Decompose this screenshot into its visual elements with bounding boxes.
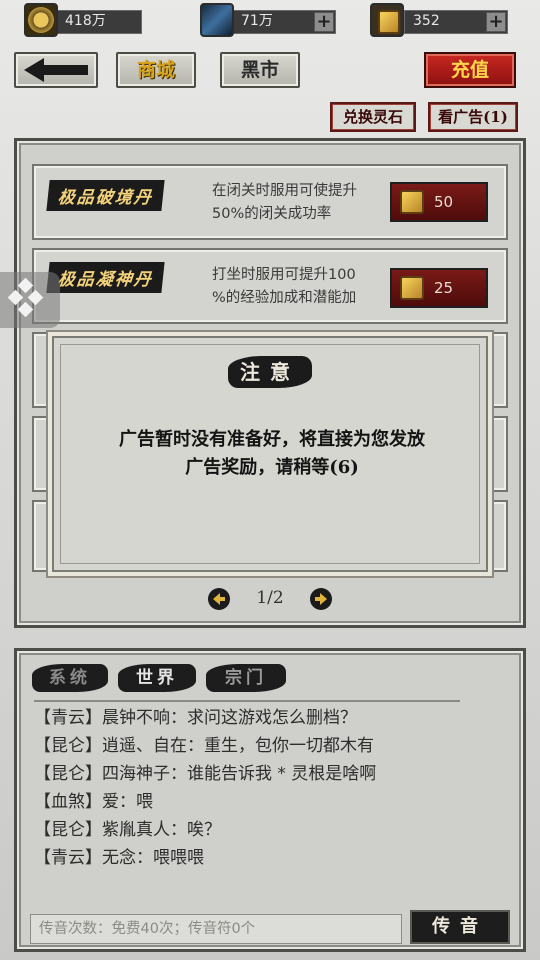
floating-menu-button[interactable] — [0, 272, 60, 328]
prev-page-button[interactable] — [208, 588, 230, 610]
item-desc-line-2: %的经验加成和潜能加 — [212, 290, 357, 306]
gold-ticket-icon — [400, 190, 424, 214]
chat-channel: 【昆仑】 — [34, 820, 102, 840]
back-button[interactable] — [14, 52, 98, 88]
chat-divider — [34, 700, 460, 702]
chat-text: 爱：喂 — [102, 792, 153, 812]
spirit-stone-amount: 418万 — [65, 13, 106, 29]
chat-message: 【青云】晨钟不响：求问这游戏怎么删档？ — [34, 704, 504, 732]
dialog-message-line-2: 广告奖励，请稍等(6) — [185, 457, 359, 478]
dialog-message-line-1: 广告暂时没有准备好，将直接为您发放 — [119, 429, 425, 450]
shop-item-row: 极品破境丹 在闭关时服用可使提升 50%的闭关成功率 50 — [32, 164, 508, 240]
chat-message-list: 【青云】晨钟不响：求问这游戏怎么删档？ 【昆仑】逍遥、自在：重生，包你一切都木有… — [34, 704, 504, 872]
item-price: 25 — [434, 279, 454, 297]
chat-channel: 【血煞】 — [34, 792, 102, 812]
recharge-label: 充值 — [450, 59, 489, 81]
watch-ad-label: 看广告(1) — [438, 108, 508, 126]
black-market-label: 黑市 — [240, 59, 279, 81]
chat-text: 逍遥、自在：重生，包你一切都木有 — [102, 736, 374, 756]
dialog-message: 广告暂时没有准备好，将直接为您发放 广告奖励，请稍等(6) — [54, 426, 490, 482]
crystal-icon — [200, 3, 234, 37]
diamond-grid-icon — [7, 277, 44, 318]
buy-button[interactable]: 50 — [390, 182, 488, 222]
item-desc-line-1: 打坐时服用可提升100 — [212, 267, 356, 283]
chat-message: 【血煞】爱：喂 — [34, 788, 504, 816]
arrow-left-icon — [213, 593, 225, 605]
chat-text: 无念：喂喂喂 — [102, 848, 204, 868]
add-crystal-button[interactable]: + — [314, 12, 334, 32]
send-message-button[interactable]: 传音 — [410, 910, 510, 944]
watch-ad-button[interactable]: 看广告(1) — [428, 102, 518, 132]
shop-label: 商城 — [136, 59, 175, 81]
chat-channel: 【昆仑】 — [34, 736, 102, 756]
item-desc-line-1: 在闭关时服用可使提升 — [212, 183, 357, 199]
black-market-tab[interactable]: 黑市 — [220, 52, 300, 88]
chat-channel: 【青云】 — [34, 848, 102, 868]
chat-text: 四海神子：谁能告诉我 * 灵根是啥啊 — [102, 764, 377, 784]
buy-button[interactable]: 25 — [390, 268, 488, 308]
item-desc-line-2: 50%的闭关成功率 — [212, 206, 332, 222]
item-description: 在闭关时服用可使提升 50%的闭关成功率 — [212, 180, 392, 226]
chat-message: 【昆仑】四海神子：谁能告诉我 * 灵根是啥啊 — [34, 760, 504, 788]
add-gold-button[interactable]: + — [486, 12, 506, 32]
recharge-button[interactable]: 充值 — [424, 52, 516, 88]
crystal-amount: 71万 — [241, 13, 273, 29]
chat-text: 紫胤真人：唉？ — [102, 820, 221, 840]
yin-yang-coin-icon — [24, 3, 58, 37]
gold-ticket-icon — [370, 3, 404, 37]
arrow-right-icon — [315, 593, 327, 605]
chat-input[interactable]: 传音次数：免费40次；传音符0个 — [30, 914, 402, 944]
arrow-left-icon — [24, 58, 88, 82]
item-name: 极品破境丹 — [46, 180, 165, 211]
chat-message: 【昆仑】逍遥、自在：重生，包你一切都木有 — [34, 732, 504, 760]
chat-tab-sect[interactable]: 宗门 — [206, 664, 286, 692]
chat-tab-system[interactable]: 系统 — [32, 664, 108, 692]
item-price: 50 — [434, 193, 454, 211]
exchange-stone-button[interactable]: 兑换灵石 — [330, 102, 416, 132]
gold-ticket-icon — [400, 276, 424, 300]
chat-message: 【青云】无念：喂喂喂 — [34, 844, 504, 872]
chat-text: 晨钟不响：求问这游戏怎么删档？ — [102, 708, 357, 728]
next-page-button[interactable] — [310, 588, 332, 610]
spirit-stone-counter: 418万 — [56, 10, 142, 34]
item-description: 打坐时服用可提升100 %的经验加成和潜能加 — [212, 264, 392, 310]
shop-item-row: 极品凝神丹 打坐时服用可提升100 %的经验加成和潜能加 25 — [32, 248, 508, 324]
page-indicator: 1/2 — [256, 588, 284, 608]
notice-dialog: 注意 广告暂时没有准备好，将直接为您发放 广告奖励，请稍等(6) — [52, 336, 488, 572]
dialog-title: 注意 — [228, 356, 312, 388]
item-name: 极品凝神丹 — [46, 262, 165, 293]
chat-message: 【昆仑】紫胤真人：唉？ — [34, 816, 504, 844]
shop-tab[interactable]: 商城 — [116, 52, 196, 88]
chat-channel: 【青云】 — [34, 708, 102, 728]
chat-channel: 【昆仑】 — [34, 764, 102, 784]
chat-tab-world[interactable]: 世界 — [118, 664, 196, 692]
gold-amount: 352 — [413, 13, 440, 29]
exchange-stone-label: 兑换灵石 — [342, 108, 403, 126]
